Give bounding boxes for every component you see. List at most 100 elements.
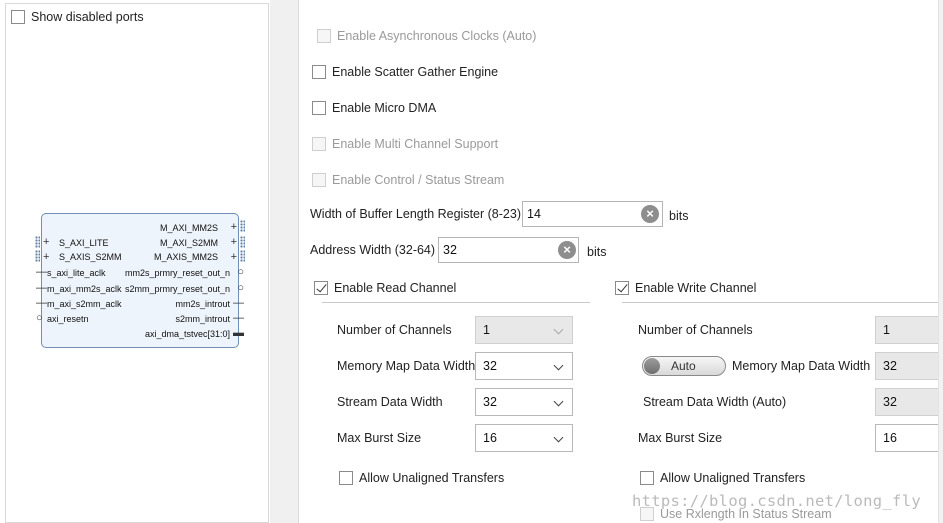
control-status-label: Enable Control / Status Stream <box>332 173 505 187</box>
auto-toggle[interactable]: Auto <box>642 356 726 376</box>
port-s2mm-introut[interactable]: s2mm_introut <box>175 314 230 324</box>
scatter-gather-option[interactable]: Enable Scatter Gather Engine <box>312 65 498 79</box>
write-mm-width-label: Memory Map Data Width <box>732 359 871 373</box>
bus-interface-icon <box>35 236 40 248</box>
write-unaligned-checkbox[interactable] <box>640 471 654 485</box>
address-width-unit: bits <box>587 245 607 259</box>
pin-bus-line: ▬ <box>233 327 244 339</box>
port-axi-resetn[interactable]: axi_resetn <box>47 314 89 324</box>
checkbox-box[interactable] <box>11 10 25 24</box>
bus-interface-icon <box>240 220 245 232</box>
read-unaligned-checkbox[interactable] <box>339 471 353 485</box>
address-width-label: Address Width (32-64) <box>310 243 436 257</box>
multi-channel-checkbox <box>312 137 326 151</box>
write-stream-width-label: Stream Data Width (Auto) <box>643 395 787 409</box>
read-mm-width-select[interactable]: 32 <box>475 352 573 380</box>
write-channel-checkbox[interactable] <box>615 281 629 295</box>
read-channel-checkbox[interactable] <box>314 281 328 295</box>
pin-line: — <box>36 266 47 278</box>
pin-line: — <box>36 297 47 309</box>
chevron-down-icon[interactable] <box>553 432 564 443</box>
chevron-down-icon[interactable] <box>553 360 564 371</box>
read-stream-width-value: 32 <box>483 395 497 409</box>
bus-interface-icon <box>240 236 245 248</box>
write-burst-value: 16 <box>883 431 897 445</box>
port-m-axi-s2mm[interactable]: M_AXI_S2MM <box>160 238 218 248</box>
write-num-channels-value: 1 <box>883 323 890 337</box>
plus-icon[interactable]: + <box>231 252 237 263</box>
port-axi-dma-tstvec[interactable]: axi_dma_tstvec[31:0] <box>145 329 230 339</box>
chevron-down-icon <box>553 324 564 335</box>
divider <box>322 302 590 303</box>
port-mm2s-introut[interactable]: mm2s_introut <box>175 299 230 309</box>
async-clocks-checkbox <box>317 29 331 43</box>
write-channel-toggle[interactable]: Enable Write Channel <box>615 281 756 295</box>
read-channel-toggle[interactable]: Enable Read Channel <box>314 281 456 295</box>
bus-interface-icon <box>35 250 40 262</box>
async-clocks-label: Enable Asynchronous Clocks (Auto) <box>337 29 537 43</box>
read-burst-value: 16 <box>483 431 497 445</box>
async-clocks-option: Enable Asynchronous Clocks (Auto) <box>317 29 536 43</box>
scrollbar[interactable] <box>938 0 943 523</box>
port-m-axis-mm2s[interactable]: M_AXIS_MM2S <box>154 252 218 262</box>
plus-icon[interactable]: + <box>43 252 49 263</box>
toggle-knob <box>644 358 660 374</box>
port-s2mm-prmry-reset-out-n[interactable]: s2mm_prmry_reset_out_n <box>125 284 230 294</box>
write-burst-label: Max Burst Size <box>638 431 723 445</box>
multi-channel-label: Enable Multi Channel Support <box>332 137 499 151</box>
write-burst-select[interactable]: 16 <box>875 424 943 452</box>
port-s-axi-lite[interactable]: S_AXI_LITE <box>59 238 109 248</box>
panel-splitter[interactable] <box>270 0 299 523</box>
axi-dma-ip-block[interactable]: + + — — — ○ S_AXI_LITE S_AXIS_S2MM s_axi… <box>35 213 245 348</box>
port-m-axi-mm2s-aclk[interactable]: m_axi_mm2s_aclk <box>47 284 122 294</box>
buffer-length-label: Width of Buffer Length Register (8-23) <box>310 207 521 221</box>
read-num-channels-label: Number of Channels <box>337 323 452 337</box>
write-stream-width-value: 32 <box>883 395 897 409</box>
bus-interface-icon <box>240 250 245 262</box>
port-s-axis-s2mm[interactable]: S_AXIS_S2MM <box>59 252 122 262</box>
scatter-gather-checkbox[interactable] <box>312 65 326 79</box>
write-unaligned-option[interactable]: Allow Unaligned Transfers <box>640 471 805 485</box>
micro-dma-option[interactable]: Enable Micro DMA <box>312 101 436 115</box>
write-mm-width-value: 32 <box>883 359 897 373</box>
read-stream-width-select[interactable]: 32 <box>475 388 573 416</box>
buffer-length-unit: bits <box>669 209 689 223</box>
read-num-channels-value: 1 <box>483 323 490 337</box>
write-unaligned-label: Allow Unaligned Transfers <box>660 471 806 485</box>
port-mm2s-prmry-reset-out-n[interactable]: mm2s_prmry_reset_out_n <box>125 268 230 278</box>
watermark-text: https://blog.csdn.net/long_fly <box>632 492 921 510</box>
read-unaligned-label: Allow Unaligned Transfers <box>359 471 505 485</box>
chevron-down-icon[interactable] <box>553 396 564 407</box>
show-disabled-ports-label: Show disabled ports <box>31 10 144 24</box>
pin-invert-icon: ○ <box>237 282 244 294</box>
read-stream-width-label: Stream Data Width <box>337 395 443 409</box>
clear-icon[interactable]: × <box>641 205 659 223</box>
read-burst-label: Max Burst Size <box>337 431 422 445</box>
plus-icon[interactable]: + <box>231 222 237 233</box>
pin-line: — <box>233 312 244 324</box>
write-stream-width-select: 32 <box>875 388 943 416</box>
pin-line: — <box>36 282 47 294</box>
plus-icon[interactable]: + <box>43 237 49 248</box>
port-m-axi-s2mm-aclk[interactable]: m_axi_s2mm_aclk <box>47 299 122 309</box>
port-m-axi-mm2s[interactable]: M_AXI_MM2S <box>160 223 218 233</box>
write-mm-width-select: 32 <box>875 352 943 380</box>
port-s-axi-lite-aclk[interactable]: s_axi_lite_aclk <box>47 268 106 278</box>
plus-icon[interactable]: + <box>231 237 237 248</box>
write-num-channels-select: 1 <box>875 316 943 344</box>
read-unaligned-option[interactable]: Allow Unaligned Transfers <box>339 471 504 485</box>
read-mm-width-label: Memory Map Data Width <box>337 359 476 373</box>
read-burst-select[interactable]: 16 <box>475 424 573 452</box>
pin-invert-icon: ○ <box>237 266 244 278</box>
control-status-checkbox <box>312 173 326 187</box>
divider <box>622 302 938 303</box>
read-num-channels-select: 1 <box>475 316 573 344</box>
write-num-channels-label: Number of Channels <box>638 323 753 337</box>
micro-dma-checkbox[interactable] <box>312 101 326 115</box>
pin-line: — <box>233 297 244 309</box>
clear-icon[interactable]: × <box>558 241 576 259</box>
control-status-option: Enable Control / Status Stream <box>312 173 504 187</box>
show-disabled-ports-checkbox[interactable]: Show disabled ports <box>11 10 144 24</box>
read-channel-label: Enable Read Channel <box>334 281 457 295</box>
write-channel-label: Enable Write Channel <box>635 281 757 295</box>
